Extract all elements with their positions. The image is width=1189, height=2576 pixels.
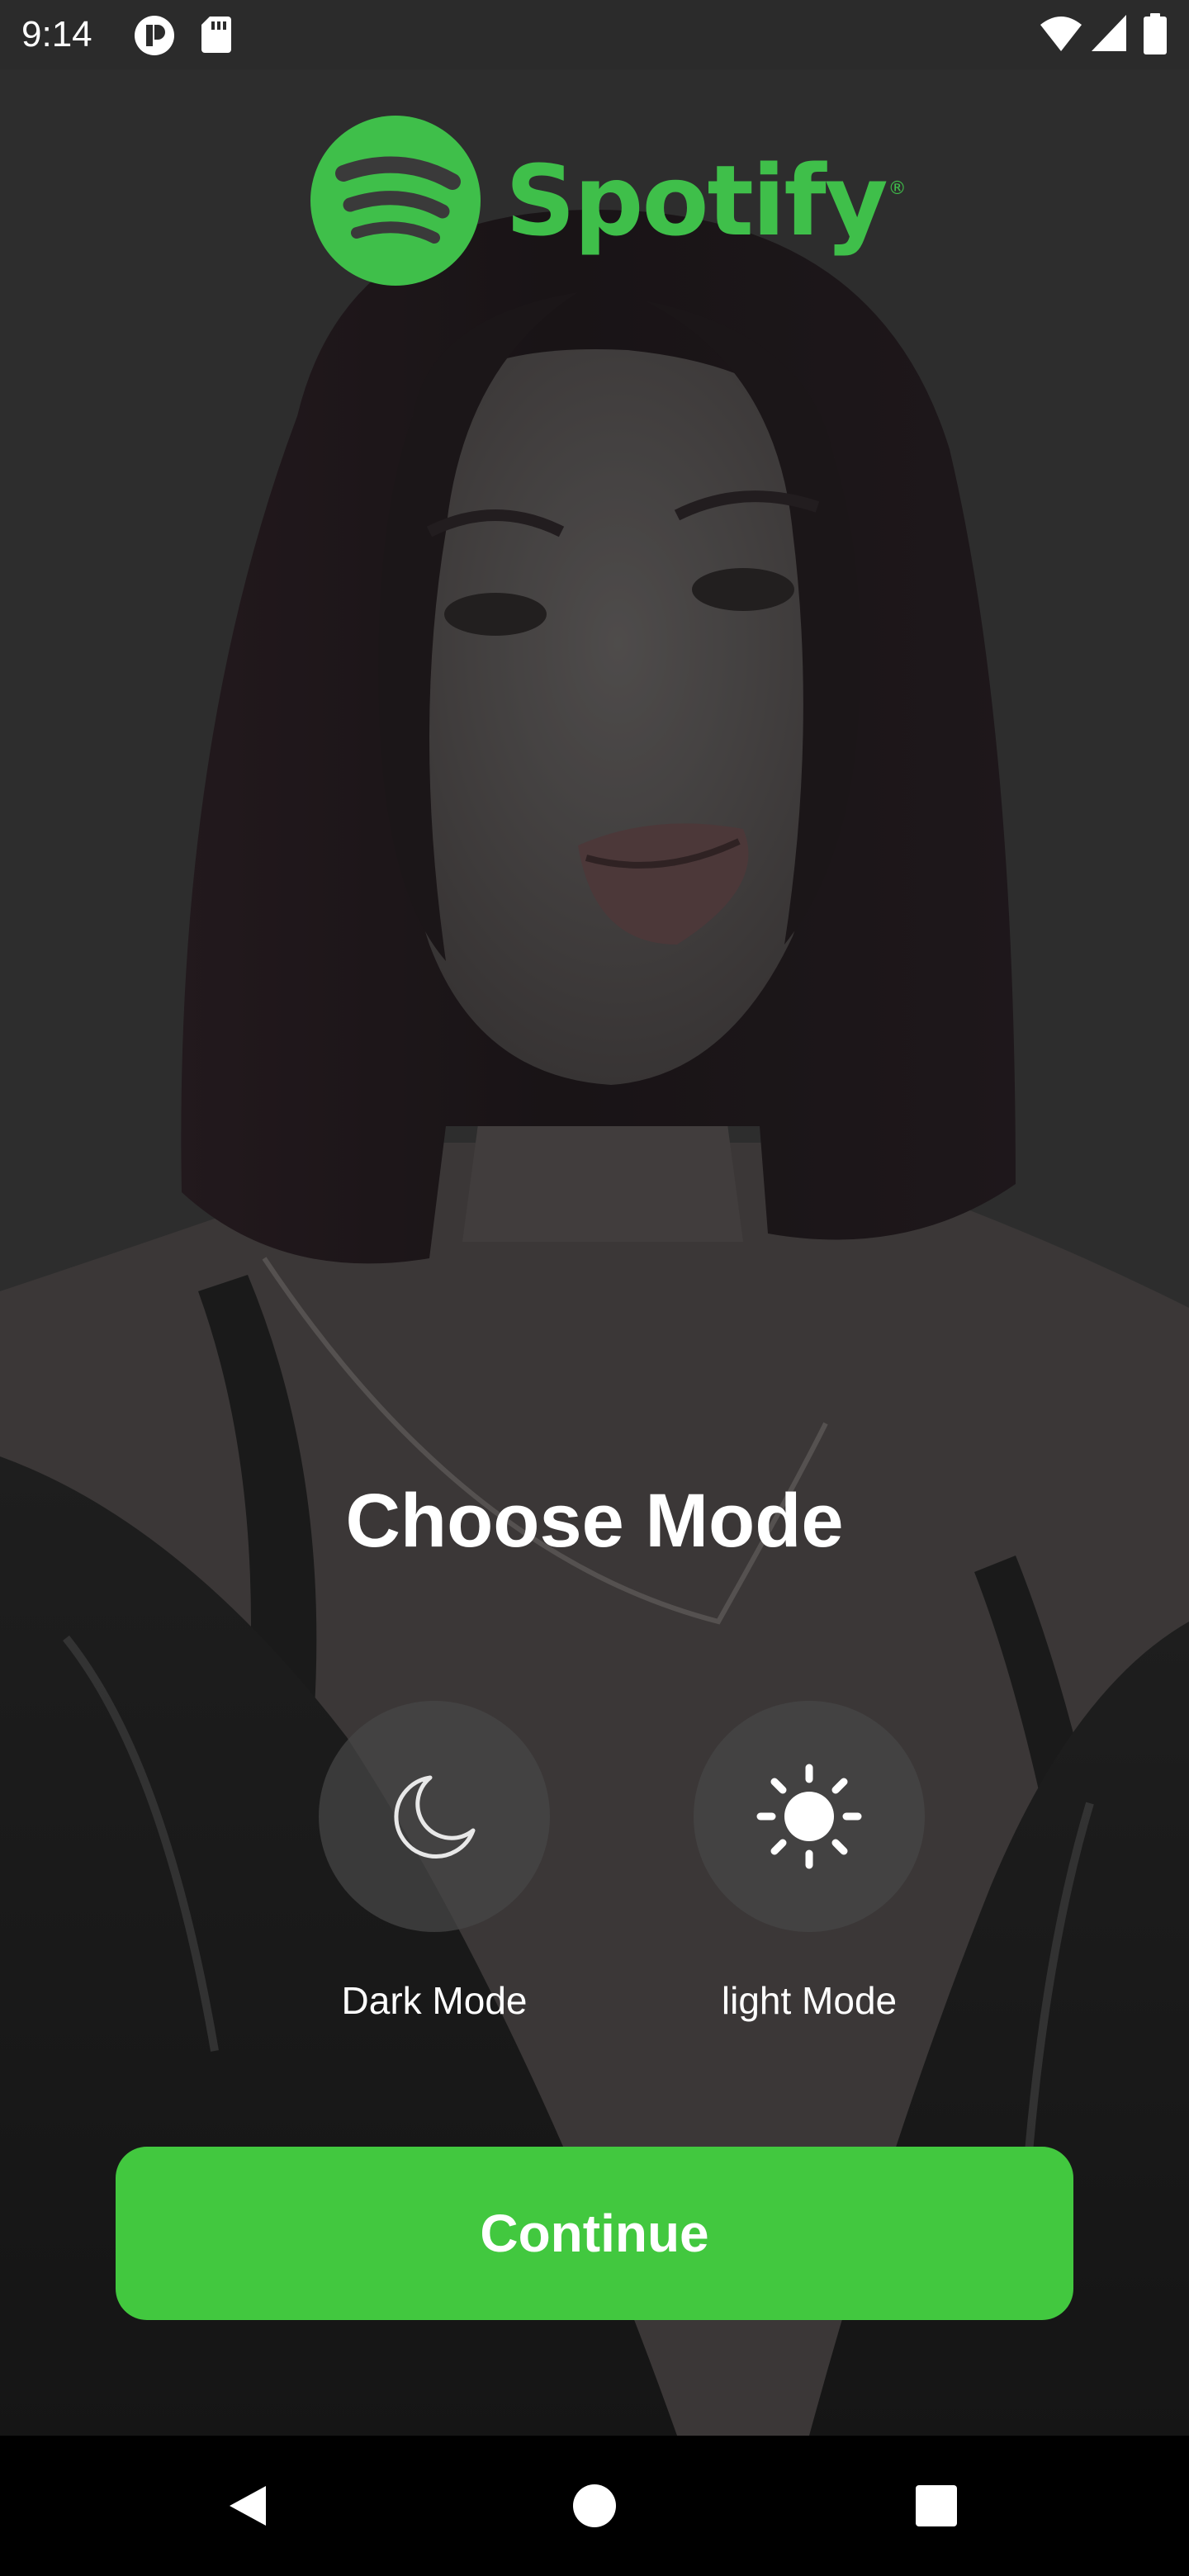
home-circle-icon xyxy=(573,2484,616,2527)
dark-mode-label: Dark Mode xyxy=(341,1979,528,2022)
wifi-icon xyxy=(1039,13,1083,57)
registered-mark: ® xyxy=(888,178,907,199)
spotify-logo-icon xyxy=(310,116,481,286)
continue-button[interactable]: Continue xyxy=(116,2147,1073,2320)
moon-icon xyxy=(394,1775,476,1859)
sd-card-icon xyxy=(200,15,233,59)
back-button[interactable] xyxy=(182,2436,314,2576)
battery-icon xyxy=(1143,13,1168,59)
spotify-wordmark: Spotify xyxy=(505,144,888,258)
home-button[interactable] xyxy=(528,2436,661,2576)
light-mode-button[interactable] xyxy=(694,1701,925,1932)
recents-button[interactable] xyxy=(870,2436,1002,2576)
light-mode-label: light Mode xyxy=(721,1979,898,2022)
spotify-logo: Spotify ® xyxy=(310,114,907,287)
status-bar: 9:14 xyxy=(0,0,1189,69)
choose-mode-screen: 9:14 Spotify ® Choose Mode Dark Mode lig… xyxy=(0,0,1189,2576)
system-navigation-bar xyxy=(0,2436,1189,2576)
status-time: 9:14 xyxy=(21,14,92,54)
dark-mode-button[interactable] xyxy=(319,1701,550,1932)
notification-app-icon xyxy=(134,15,175,60)
sun-icon xyxy=(756,1764,862,1869)
cellular-signal-icon xyxy=(1090,13,1128,57)
back-triangle-icon xyxy=(230,2486,266,2526)
background-dim-overlay xyxy=(0,69,1189,2436)
recents-square-icon xyxy=(916,2485,957,2526)
page-title: Choose Mode xyxy=(345,1479,844,1563)
